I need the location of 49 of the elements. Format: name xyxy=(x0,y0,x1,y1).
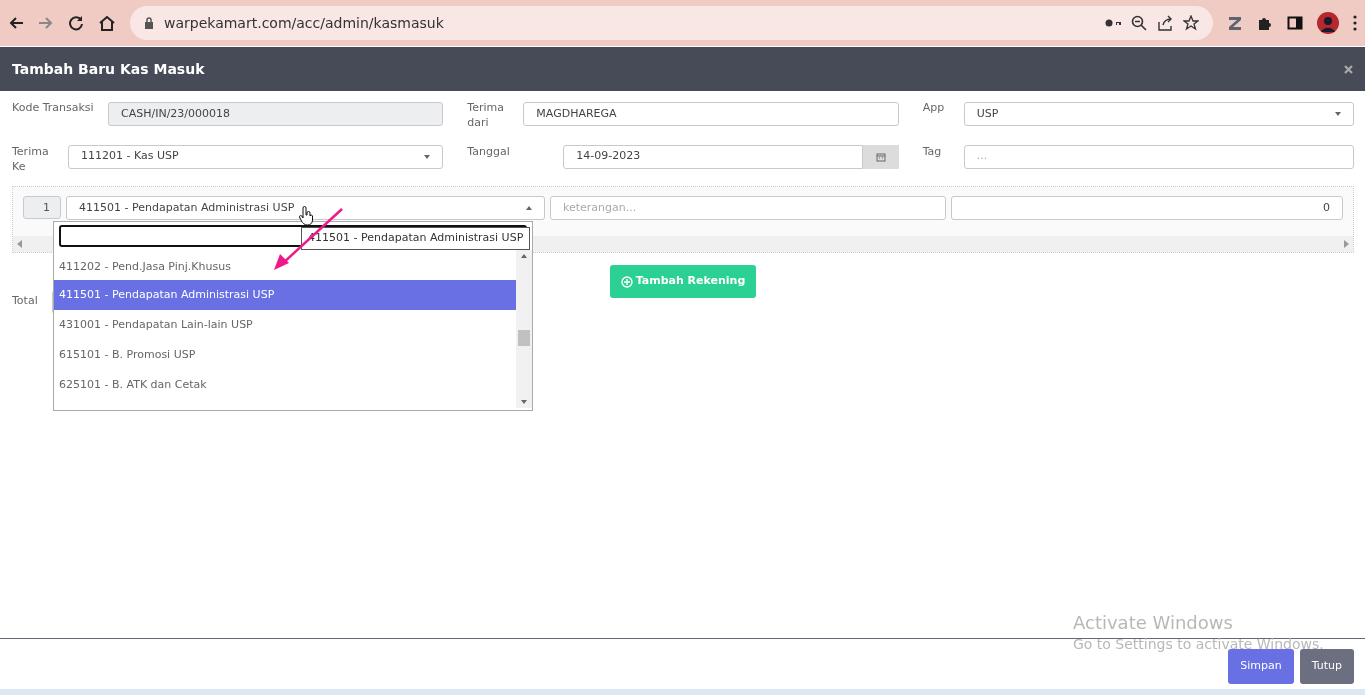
amount-field[interactable]: 0 xyxy=(951,196,1343,221)
back-icon[interactable] xyxy=(8,15,24,31)
close-button[interactable]: Tutup xyxy=(1299,649,1354,684)
home-icon[interactable] xyxy=(98,15,116,31)
dropdown-caret-icon xyxy=(424,154,431,159)
line-number: 1 xyxy=(23,196,61,220)
dropdown-option[interactable]: 411501 - Pendapatan Administrasi USP xyxy=(54,280,516,310)
url-text[interactable]: warpekamart.com/acc/admin/kasmasuk xyxy=(164,12,1095,34)
vertical-scrollbar[interactable] xyxy=(516,250,532,408)
star-icon[interactable] xyxy=(1183,15,1199,31)
address-bar[interactable]: warpekamart.com/acc/admin/kasmasuk xyxy=(130,6,1213,40)
select-field[interactable]: 111201 - Kas USP xyxy=(68,144,444,169)
dropdown-caret-icon xyxy=(1335,112,1341,116)
calendar-icon xyxy=(875,151,886,162)
total-label: Total xyxy=(12,294,38,310)
dropdown-option[interactable]: 411202 - Pend.Jasa Pinj.Khusus xyxy=(54,254,516,280)
side-panel-icon[interactable] xyxy=(1287,15,1303,31)
field-label: App xyxy=(922,101,946,116)
scroll-down-icon[interactable] xyxy=(521,400,527,404)
modal-title: Tambah Baru Kas Masuk xyxy=(12,59,205,79)
zoom-out-icon[interactable] xyxy=(1131,15,1147,31)
field-label: Terima Ke xyxy=(12,144,50,175)
select-field[interactable]: USP xyxy=(963,102,1354,126)
lock-icon xyxy=(144,17,154,29)
more-menu-icon[interactable] xyxy=(1353,15,1357,31)
key-icon[interactable] xyxy=(1105,18,1121,28)
activation-notice-title: Activate Windows xyxy=(1073,612,1234,634)
field-label: Tanggal xyxy=(467,144,511,160)
input-field[interactable]: MAGDHAREGA xyxy=(523,102,899,126)
field-label: Kode Transaksi xyxy=(12,101,95,116)
calendar-button[interactable] xyxy=(862,144,899,169)
scroll-thumb[interactable] xyxy=(518,330,530,346)
date-field[interactable]: 14-09-2023 xyxy=(563,144,863,169)
close-icon[interactable] xyxy=(1344,64,1353,74)
avatar-icon[interactable] xyxy=(1317,12,1339,34)
dropdown-option[interactable]: 431001 - Pendapatan Lain-lain USP xyxy=(54,310,516,340)
plus-circle-icon xyxy=(620,275,633,288)
dropdown-option[interactable]: 615101 - B. Promosi USP xyxy=(54,340,516,370)
puzzle-icon[interactable] xyxy=(1257,15,1273,31)
reload-icon[interactable] xyxy=(68,15,84,31)
input-field: CASH/IN/23/000018 xyxy=(108,102,444,126)
share-icon[interactable] xyxy=(1157,15,1173,31)
extension-z-icon[interactable] xyxy=(1227,15,1243,31)
scroll-up-icon[interactable] xyxy=(521,254,527,258)
dropdown-option[interactable]: 625101 - B. ATK dan Cetak xyxy=(54,370,516,400)
field-label: Tag xyxy=(922,144,943,160)
save-button[interactable]: Simpan xyxy=(1228,649,1294,684)
field-label: Terima dari xyxy=(467,101,505,131)
account-select[interactable]: 411501 - Pendapatan Administrasi USP xyxy=(66,196,545,221)
